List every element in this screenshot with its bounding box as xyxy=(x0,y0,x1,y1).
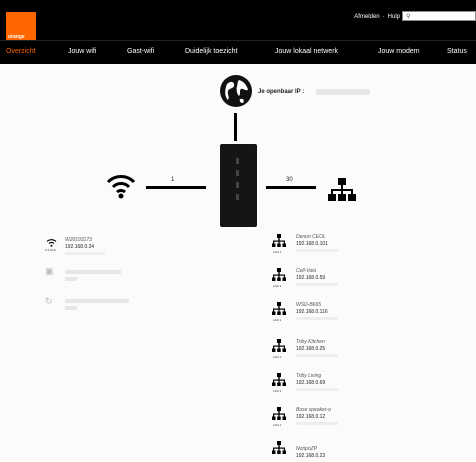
search-icon: ⚲ xyxy=(406,14,411,20)
lan-device-icon xyxy=(272,339,286,352)
lan-device-detail xyxy=(296,249,338,252)
wifi-icon[interactable] xyxy=(106,172,136,200)
wifi-device-detail xyxy=(65,252,105,255)
lan-device-name[interactable]: Cell-Vaio xyxy=(296,268,316,274)
nav-jouw-wifi[interactable]: Jouw wifi xyxy=(68,48,96,55)
search-input[interactable]: ⚲ xyxy=(402,11,476,21)
lan-port-label: LAN 1 xyxy=(273,318,282,322)
wifi-device-name[interactable]: W20193173 xyxy=(65,237,92,243)
help-link[interactable]: Hulp xyxy=(388,14,400,20)
faded-device-text xyxy=(65,299,129,303)
lan-device-detail xyxy=(296,354,338,357)
lan-device-ip: 192.168.0.12 xyxy=(296,414,326,420)
lan-device-name[interactable]: Triby Kitchen xyxy=(296,339,325,345)
internet-link-line xyxy=(234,113,237,141)
public-ip-label: Je openbaar IP : xyxy=(258,89,305,95)
lan-device-icon xyxy=(272,441,286,454)
lan-device-name[interactable]: WSD-B665 xyxy=(296,302,321,308)
lan-port-label: LAN 1 xyxy=(273,284,282,288)
device-icon: ↻ xyxy=(45,296,53,306)
lan-device-ip: 192.168.0.116 xyxy=(296,309,328,315)
lan-device-ip: 192.168.0.101 xyxy=(296,241,328,247)
globe-icon xyxy=(220,75,252,107)
lan-link-line xyxy=(266,186,316,189)
top-bar: orange Afmelden · Hulp ⚲ xyxy=(0,0,476,42)
lan-device-count: 30 xyxy=(286,177,293,183)
lan-port-label: LAN 1 xyxy=(273,355,282,359)
device-icon: ▣ xyxy=(45,266,54,276)
modem-led xyxy=(236,170,239,176)
link-separator: · xyxy=(382,14,385,20)
orange-logo[interactable]: orange xyxy=(6,12,36,42)
faded-device-text xyxy=(65,277,77,281)
faded-device-text xyxy=(65,306,77,310)
lan-device-detail xyxy=(296,422,338,425)
lan-device-name[interactable]: Triby Living xyxy=(296,373,321,379)
nav-gast-wifi[interactable]: Gast-wifi xyxy=(127,48,154,55)
lan-device-detail xyxy=(296,283,338,286)
lan-device-detail xyxy=(296,388,338,391)
lan-port-label: LAN 1 xyxy=(273,250,282,254)
nav-jouw-lokaal-netwerk[interactable]: Jouw lokaal netwerk xyxy=(275,48,338,55)
lan-port-label: LAN 1 xyxy=(273,389,282,393)
faded-device-text xyxy=(65,270,121,274)
nav-overzicht[interactable]: Overzicht xyxy=(6,48,36,55)
modem-led xyxy=(236,182,239,188)
wifi-device-icon xyxy=(46,239,57,247)
main-nav: Overzicht Jouw wifi Gast-wifi Duidelijk … xyxy=(0,40,476,64)
lan-device-ip: 192.168.0.59 xyxy=(296,275,326,281)
nav-status[interactable]: Status xyxy=(447,48,467,55)
nav-duidelijk-toezicht[interactable]: Duidelijk toezicht xyxy=(185,48,238,55)
modem-led xyxy=(236,158,239,164)
wifi-device-ip: 192.168.0.34 xyxy=(65,244,95,250)
lan-device-detail xyxy=(296,317,338,320)
modem-image[interactable] xyxy=(220,144,257,227)
network-icon[interactable] xyxy=(327,177,357,203)
lan-device-name[interactable]: Denon CEOL xyxy=(296,234,326,240)
lan-device-icon xyxy=(272,302,286,315)
lan-device-icon xyxy=(272,407,286,420)
wifi-device-count: 1 xyxy=(171,177,175,183)
lan-device-icon xyxy=(272,373,286,386)
lan-device-ip: 192.168.0.23 xyxy=(296,453,326,459)
nav-jouw-modem[interactable]: Jouw modem xyxy=(378,48,420,55)
lan-port-label: LAN 1 xyxy=(273,423,282,427)
top-links: Afmelden · Hulp xyxy=(354,14,400,20)
logout-link[interactable]: Afmelden xyxy=(354,14,379,20)
wifi-band-label: 2.4 GHz xyxy=(45,248,57,252)
lan-device-icon xyxy=(272,234,286,247)
lan-device-name[interactable]: Bose speaker-o xyxy=(296,407,331,413)
lan-device-name[interactable]: NoripoZP xyxy=(296,446,317,452)
wifi-link-line xyxy=(146,186,206,189)
lan-device-ip: 192.168.0.25 xyxy=(296,346,326,352)
public-ip-value xyxy=(316,89,370,95)
modem-led xyxy=(236,194,239,200)
lan-device-icon xyxy=(272,268,286,281)
lan-device-ip: 192.168.0.69 xyxy=(296,380,326,386)
